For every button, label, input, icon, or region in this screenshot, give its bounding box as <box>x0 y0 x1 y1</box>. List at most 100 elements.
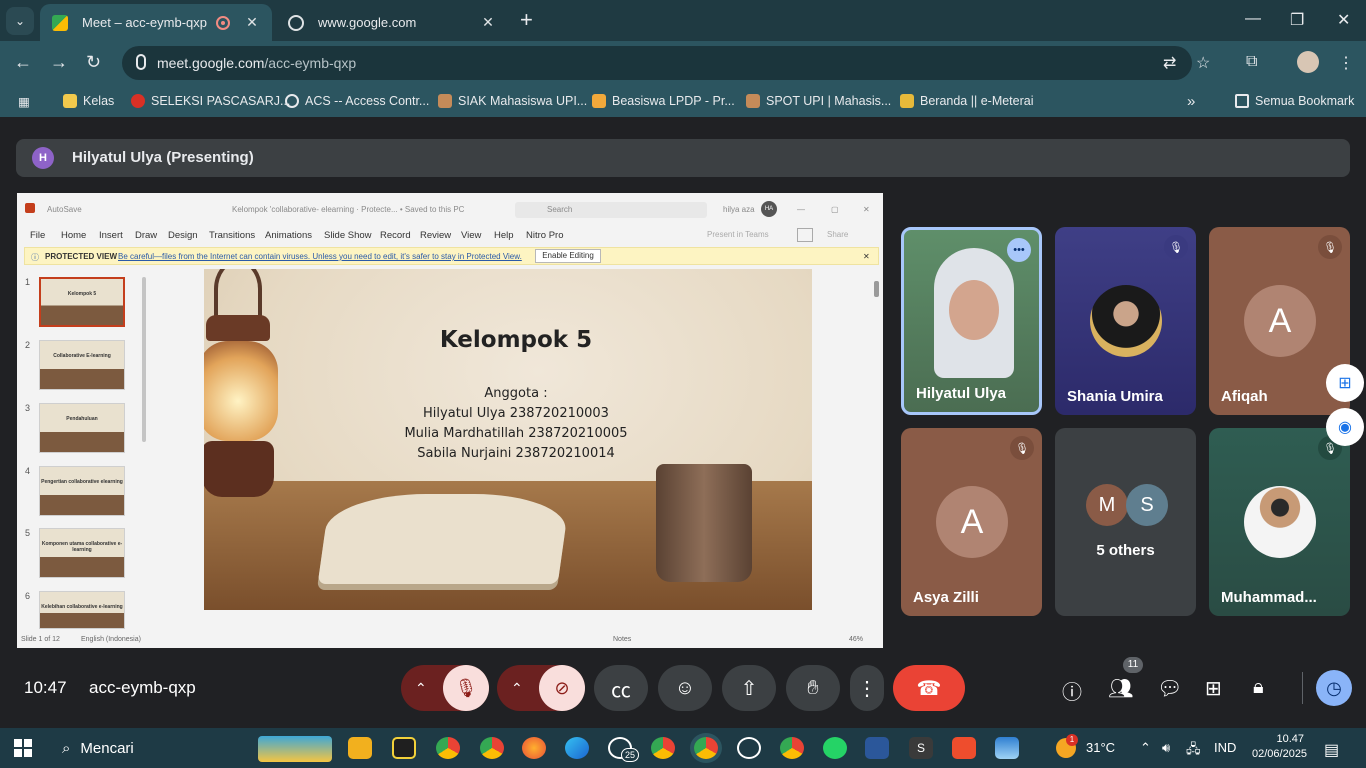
bookmark-kelas[interactable]: Kelas <box>63 92 114 110</box>
address-bar[interactable]: meet.google.com/acc-eymb-qxp <box>122 46 1192 80</box>
raise-hand-button[interactable]: ✋︎ <box>786 665 840 711</box>
comments-icon <box>797 228 813 242</box>
emoji-button[interactable]: ☺ <box>658 665 712 711</box>
camera-off-icon[interactable]: ⊘ <box>539 665 585 711</box>
sticky-notes-icon[interactable] <box>392 737 416 759</box>
timer-icon[interactable]: ◷ <box>1316 670 1352 706</box>
document-title: Kelompok 'collaborative- elearning · Pro… <box>232 205 465 214</box>
thumb-number: 3 <box>25 403 31 413</box>
apps-side-icon[interactable]: ⊞ <box>1326 364 1364 402</box>
speaker-icon[interactable]: 🔊︎ <box>1162 740 1170 756</box>
slide-line: Anggota : <box>484 386 548 401</box>
translate-icon[interactable]: ⇄ <box>1163 53 1176 73</box>
host-controls-icon[interactable]: 🔒︎ <box>1253 676 1264 699</box>
extensions-icon[interactable]: ⧉ <box>1246 53 1257 71</box>
url-text: meet.google.com/acc-eymb-qxp <box>157 55 357 71</box>
meeting-info-icon[interactable]: ⓘ <box>1062 676 1082 705</box>
reload-icon[interactable]: ↻ <box>86 52 101 73</box>
forward-icon[interactable]: → <box>50 52 68 73</box>
mic-off-icon[interactable]: 🎙︎ <box>443 665 489 711</box>
ppt-user-avatar: HA <box>761 201 777 217</box>
participant-avatar: S <box>1126 484 1168 526</box>
activities-icon[interactable]: ⊞ <box>1205 676 1222 701</box>
assistant-side-icon[interactable]: ◉ <box>1326 408 1364 446</box>
thumb-number: 2 <box>25 340 31 350</box>
participant-name: Asya Zilli <box>913 589 979 606</box>
bookmark-lpdp[interactable]: Beasiswa LPDP - Pr... <box>592 92 735 110</box>
participant-tile-hilyatul[interactable]: ••• Hilyatul Ulya <box>901 227 1042 415</box>
photos-icon[interactable] <box>995 737 1019 759</box>
slide-thumbnails: 1 Kelompok 5 2 Collaborative E-learning … <box>17 269 147 629</box>
weather-badge: 1 <box>1066 734 1078 746</box>
network-icon[interactable]: 🖧︎ <box>1186 740 1201 762</box>
whatsapp-web-icon[interactable] <box>823 737 847 759</box>
tab-google[interactable]: www.google.com ✕ <box>276 4 508 41</box>
leave-call-button[interactable]: ☎ <box>893 665 965 711</box>
profile-avatar[interactable] <box>1297 51 1319 73</box>
weather-temp[interactable]: 31°C <box>1086 740 1115 755</box>
language-indicator[interactable]: IND <box>1214 740 1236 755</box>
close-window-icon[interactable]: ✕ <box>1337 10 1350 30</box>
apps-grid-icon[interactable]: ▦ <box>18 92 30 110</box>
slide-scrollbar <box>873 269 881 599</box>
close-tab-icon[interactable]: ✕ <box>480 14 496 31</box>
close-tab-icon[interactable]: ✕ <box>244 14 260 31</box>
participant-tile-others[interactable]: M S 5 others <box>1055 428 1196 616</box>
camera-control[interactable]: ⌃ ⊘ <box>497 665 585 711</box>
chatgpt-icon[interactable] <box>737 737 761 759</box>
present-button[interactable]: ⇧ <box>722 665 776 711</box>
minimize-icon[interactable]: — <box>1245 10 1261 28</box>
bookmark-acs[interactable]: ACS -- Access Contr... <box>285 92 429 110</box>
s-app-icon[interactable]: S <box>909 737 933 759</box>
more-bookmarks-icon[interactable]: » <box>1187 92 1195 110</box>
back-icon[interactable]: ← <box>14 52 32 73</box>
chevron-up-icon[interactable]: ⌃ <box>511 680 523 697</box>
chrome-active-icon[interactable] <box>694 737 718 759</box>
file-explorer-icon[interactable] <box>348 737 372 759</box>
tab-meet[interactable]: Meet – acc-eymb-qxp ✕ <box>40 4 272 41</box>
more-options-icon[interactable]: ••• <box>1007 238 1031 262</box>
participant-name: Afiqah <box>1221 388 1268 405</box>
tab-title: www.google.com <box>318 15 417 30</box>
emeterai-logo-icon <box>900 94 914 108</box>
bookmark-spot[interactable]: SPOT UPI | Mahasis... <box>746 92 891 110</box>
participant-photo <box>1244 486 1316 558</box>
participant-tile-asya[interactable]: A 🎙︎ Asya Zilli <box>901 428 1042 616</box>
firefox-icon[interactable] <box>522 737 546 759</box>
taskbar-search[interactable]: ⌕ Mencari <box>52 732 334 764</box>
all-bookmarks[interactable]: Semua Bookmark <box>1235 92 1354 110</box>
chevron-up-icon[interactable]: ⌃ <box>415 680 427 697</box>
taskbar-clock[interactable]: 10.47 02/06/2025 <box>1252 732 1307 762</box>
edge-icon[interactable] <box>565 737 589 759</box>
mic-control[interactable]: ⌃ 🎙︎ <box>401 665 489 711</box>
restore-icon[interactable]: ❐ <box>1290 10 1304 30</box>
new-tab-icon[interactable]: + <box>520 9 533 31</box>
chrome-profile-icon[interactable] <box>480 737 504 759</box>
chrome-profile-icon[interactable] <box>651 737 675 759</box>
bookmark-siak[interactable]: SIAK Mahasiswa UPI... <box>438 92 587 110</box>
ppt-tab: Draw <box>135 230 158 241</box>
bookmark-seleksi[interactable]: SELEKSI PASCASARJ... <box>131 92 290 110</box>
chrome-icon[interactable] <box>436 737 460 759</box>
bookmark-star-icon[interactable]: ☆ <box>1196 53 1210 73</box>
ppt-tab: Design <box>168 230 198 241</box>
tab-search-button[interactable]: ⌄ <box>6 7 34 35</box>
notifications-icon[interactable]: ▤ <box>1324 740 1339 760</box>
chrome-menu-icon[interactable]: ⋮ <box>1338 53 1354 73</box>
word-icon[interactable] <box>865 737 889 759</box>
captions-button[interactable]: ㏄ <box>594 665 648 711</box>
participant-tile-shania[interactable]: 🎙︎ Shania Umira <box>1055 227 1196 415</box>
ppt-minimize-icon: — <box>797 205 805 214</box>
chrome-profile-icon[interactable] <box>780 737 804 759</box>
bookmark-emeterai[interactable]: Beranda || e-Meterai <box>900 92 1034 110</box>
shopee-icon[interactable] <box>952 737 976 759</box>
ppt-tab: View <box>461 230 482 241</box>
show-hidden-icons-icon[interactable]: ⌃ <box>1140 740 1151 756</box>
participant-tile-muhammad[interactable]: 🎙︎ Muhammad... <box>1209 428 1350 616</box>
more-options-button[interactable]: ⋮ <box>850 665 884 711</box>
chat-icon[interactable]: 💬︎ <box>1157 676 1182 701</box>
ppt-share: Share <box>827 230 849 239</box>
language-status: English (Indonesia) <box>81 636 141 643</box>
people-icon[interactable]: 👥︎ <box>1108 676 1133 701</box>
windows-start-icon[interactable] <box>14 739 32 757</box>
